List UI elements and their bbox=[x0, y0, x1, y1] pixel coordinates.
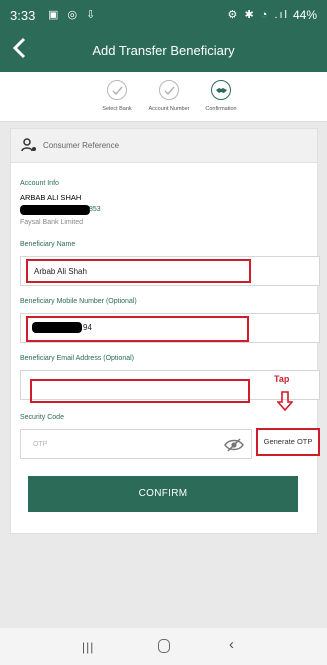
system-status-icons: ⚙ ✱ ◔ .ıl bbox=[227, 9, 289, 21]
confirm-button[interactable]: CONFIRM bbox=[28, 476, 298, 512]
highlight-box bbox=[30, 379, 250, 403]
home-button[interactable] bbox=[158, 639, 170, 653]
page-title: Add Transfer Beneficiary bbox=[92, 43, 235, 58]
handshake-icon bbox=[211, 80, 231, 100]
status-time: 3:33 bbox=[10, 8, 36, 23]
security-code-label: Security Code bbox=[20, 414, 64, 421]
step-confirmation: Confirmation bbox=[189, 80, 253, 112]
account-number-suffix: 853 bbox=[89, 206, 101, 213]
app-bar: Add Transfer Beneficiary bbox=[0, 30, 327, 72]
mobile-number-label: Beneficiary Mobile Number (Optional) bbox=[20, 298, 137, 305]
account-name: ARBAB ALI SHAH bbox=[20, 193, 82, 202]
card-header-label: Consumer Reference bbox=[43, 141, 120, 150]
redacted-account-number bbox=[20, 205, 90, 215]
bank-name: Faysal Bank Limited bbox=[20, 219, 84, 226]
beneficiary-name-label: Beneficiary Name bbox=[20, 241, 76, 248]
step-label: Confirmation bbox=[205, 106, 237, 112]
beneficiary-name-value: Arbab Ali Shah bbox=[34, 267, 87, 276]
otp-input[interactable]: OTP bbox=[20, 429, 252, 459]
user-icon bbox=[21, 138, 36, 152]
status-bar: 3:33 ▣ ◎ ⇩ ⚙ ✱ ◔ .ıl 44% bbox=[0, 0, 327, 30]
recent-apps-button[interactable]: ||| bbox=[82, 640, 94, 654]
check-icon bbox=[159, 80, 179, 100]
mobile-number-suffix: 94 bbox=[83, 323, 92, 332]
email-address-label: Beneficiary Email Address (Optional) bbox=[20, 355, 134, 362]
eye-off-icon[interactable] bbox=[224, 438, 244, 452]
system-nav-bar: ||| ‹ bbox=[0, 628, 327, 665]
battery-level: 44% bbox=[292, 8, 317, 22]
tap-annotation: Tap bbox=[274, 374, 290, 384]
generate-otp-button[interactable]: Generate OTP bbox=[256, 428, 320, 456]
otp-placeholder: OTP bbox=[33, 441, 48, 448]
check-icon bbox=[107, 80, 127, 100]
back-nav-button[interactable]: ‹ bbox=[229, 636, 234, 653]
notification-icons: ▣ ◎ ⇩ bbox=[48, 9, 99, 21]
account-info-label: Account Info bbox=[20, 180, 59, 187]
arrow-down-icon bbox=[277, 391, 293, 411]
redacted-mobile-number bbox=[32, 322, 82, 333]
consumer-reference-header: Consumer Reference bbox=[11, 129, 317, 163]
progress-stepper: Select Bank Account Number Confirmation bbox=[0, 72, 327, 122]
